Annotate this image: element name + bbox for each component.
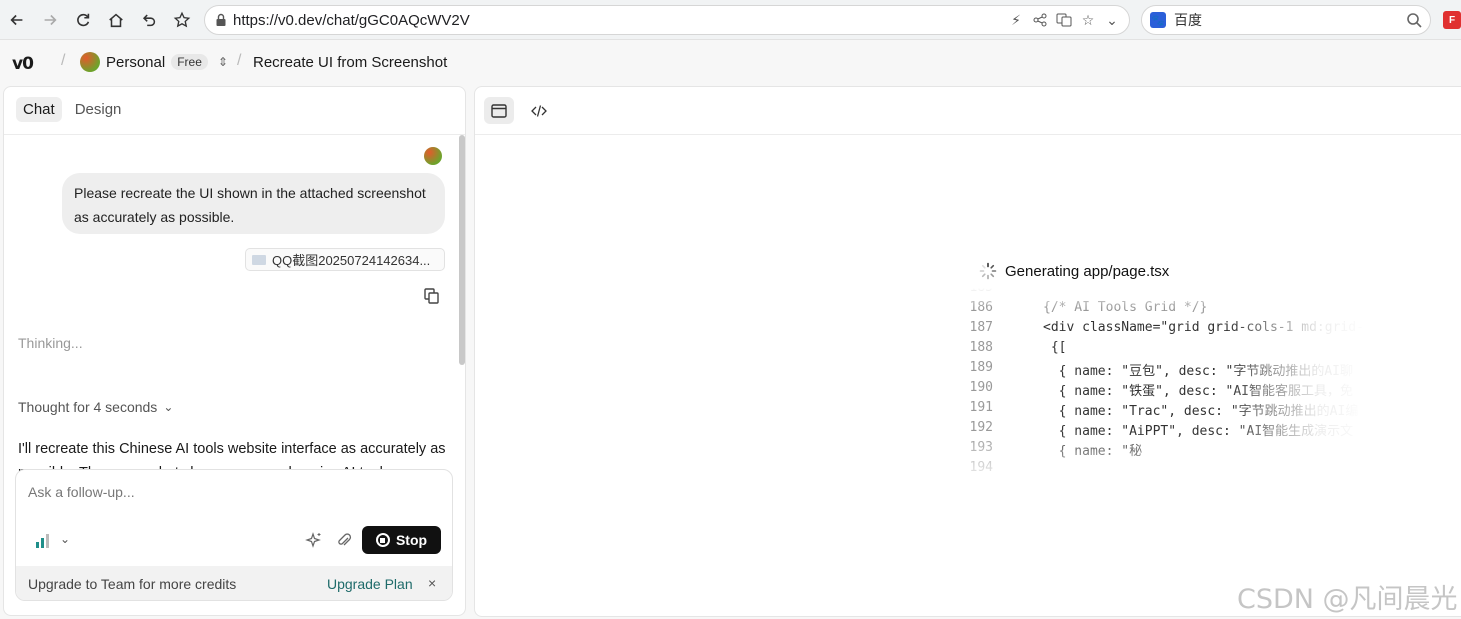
undo-icon[interactable] bbox=[135, 6, 163, 34]
chat-tabs: Chat Design bbox=[16, 97, 128, 122]
v0-logo[interactable]: v0 bbox=[12, 54, 34, 74]
search-icon[interactable] bbox=[1406, 12, 1422, 28]
chat-input-box: ⌄ Stop Upgrade to Team for more credits … bbox=[15, 469, 453, 601]
address-bar[interactable]: https://v0.dev/chat/gGC0AQcWV2V ⚡ ☆ ⌄ bbox=[204, 5, 1130, 35]
code-text: { name: "豆包", desc: "字节跳动推出的AI聊 bbox=[1043, 364, 1354, 379]
reload-icon[interactable] bbox=[69, 6, 97, 34]
copy-icon[interactable] bbox=[423, 287, 441, 305]
favorite-star-icon[interactable]: ☆ bbox=[1079, 10, 1097, 30]
follow-up-input[interactable] bbox=[28, 484, 428, 500]
line-number: 194 bbox=[969, 460, 993, 475]
code-text: { name: "铁蛋", desc: "AI智能客服工具，免 bbox=[1043, 384, 1354, 399]
divider bbox=[4, 134, 465, 135]
preview-window-icon[interactable] bbox=[484, 97, 514, 124]
browser-toolbar: https://v0.dev/chat/gGC0AQcWV2V ⚡ ☆ ⌄ 🐾 … bbox=[0, 0, 1461, 40]
code-line: 189 { name: "豆包", desc: "字节跳动推出的AI聊 bbox=[967, 360, 1367, 380]
code-line: 190 { name: "铁蛋", desc: "AI智能客服工具，免 bbox=[967, 380, 1367, 400]
thinking-status: Thinking... bbox=[18, 335, 83, 351]
user-message: Please recreate the UI shown in the atta… bbox=[62, 173, 445, 234]
breadcrumb-separator: / bbox=[237, 52, 242, 69]
line-number: 190 bbox=[969, 380, 993, 395]
search-box[interactable]: 🐾 百度 bbox=[1141, 5, 1431, 35]
generation-status-label: Generating app/page.tsx bbox=[1005, 262, 1170, 280]
lock-icon bbox=[216, 13, 226, 26]
line-number: 191 bbox=[969, 400, 993, 415]
stop-button[interactable]: Stop bbox=[362, 526, 441, 554]
code-line: 193 { name: "秘 bbox=[967, 440, 1367, 460]
upgrade-banner: Upgrade to Team for more credits Upgrade… bbox=[16, 566, 452, 600]
code-text: { name: "秘 bbox=[1043, 444, 1143, 459]
upgrade-text: Upgrade to Team for more credits bbox=[28, 576, 237, 592]
lightning-icon[interactable]: ⚡ bbox=[1007, 10, 1025, 30]
line-number: 186 bbox=[969, 300, 993, 315]
attachment-name: QQ截图20250724142634... bbox=[272, 253, 431, 268]
line-number: 192 bbox=[969, 420, 993, 435]
home-icon[interactable] bbox=[102, 6, 130, 34]
generation-status: Generating app/page.tsx bbox=[979, 262, 1169, 280]
extension-icon[interactable]: F bbox=[1443, 11, 1461, 29]
bookmark-star-icon[interactable] bbox=[168, 6, 196, 34]
plan-badge: Free bbox=[171, 54, 208, 70]
stop-icon bbox=[375, 533, 390, 547]
image-thumbnail-icon bbox=[252, 254, 266, 265]
line-number: 187 bbox=[969, 320, 993, 335]
code-line: 185 bbox=[967, 288, 1367, 300]
forward-icon[interactable] bbox=[36, 6, 64, 34]
close-icon[interactable]: × bbox=[428, 575, 436, 591]
code-line: 187 <div className="grid grid-cols-1 md:g… bbox=[967, 320, 1367, 340]
code-text: {[ bbox=[1043, 340, 1067, 355]
sparkles-icon[interactable] bbox=[305, 531, 323, 549]
upgrade-plan-link[interactable]: Upgrade Plan bbox=[327, 576, 413, 592]
line-number: 188 bbox=[969, 340, 993, 355]
preview-panel: Generating app/page.tsx 185 186 {/* AI Too… bbox=[474, 86, 1461, 617]
share-icon[interactable] bbox=[1031, 10, 1049, 30]
chevron-down-icon[interactable]: ⌄ bbox=[1103, 10, 1121, 30]
model-bars-icon[interactable] bbox=[36, 534, 49, 548]
code-line: 192 { name: "AiPPT", desc: "AI智能生成演示文 bbox=[967, 420, 1367, 440]
line-number: 189 bbox=[969, 360, 993, 375]
line-number: 185 bbox=[967, 288, 993, 295]
translate-icon[interactable] bbox=[1055, 10, 1073, 30]
avatar bbox=[80, 52, 100, 72]
chevron-down-icon: ⌄ bbox=[163, 400, 174, 414]
code-text: <div className="grid grid-cols-1 md:grid… bbox=[1043, 320, 1364, 335]
attachment-chip[interactable]: QQ截图20250724142634... bbox=[245, 248, 445, 271]
code-line: 186 {/* AI Tools Grid */} bbox=[967, 300, 1367, 320]
chat-scrollbar[interactable] bbox=[459, 135, 465, 365]
page-title[interactable]: Recreate UI from Screenshot bbox=[253, 54, 447, 71]
code-text: { name: "Trac", desc: "字节跳动推出的AI编 bbox=[1043, 404, 1359, 419]
code-line: 191 { name: "Trac", desc: "字节跳动推出的AI编 bbox=[967, 400, 1367, 420]
chevron-down-icon[interactable]: ⌄ bbox=[60, 532, 70, 546]
team-name: Personal bbox=[106, 53, 166, 71]
app-header: v0 / Personal Free ⇕ / Recreate UI from … bbox=[0, 40, 1461, 85]
code-line: 188 {[ bbox=[967, 340, 1367, 360]
thought-toggle[interactable]: Thought for 4 seconds ⌄ bbox=[18, 399, 173, 415]
stop-label: Stop bbox=[395, 532, 428, 548]
url-text: https://v0.dev/chat/gGC0AQcWV2V bbox=[233, 11, 470, 29]
address-bar-actions: ⚡ ☆ ⌄ bbox=[1007, 10, 1121, 30]
back-icon[interactable] bbox=[3, 6, 31, 34]
chevron-up-down-icon[interactable]: ⇕ bbox=[218, 55, 228, 69]
code-preview: 185 186 {/* AI Tools Grid */} 187 <div class… bbox=[967, 288, 1367, 488]
code-icon[interactable] bbox=[524, 97, 554, 124]
chat-panel: Chat Design Please recreate the UI shown… bbox=[3, 86, 466, 616]
thought-label: Thought for 4 seconds bbox=[18, 399, 158, 415]
baidu-paw-icon: 🐾 bbox=[1150, 12, 1166, 28]
user-avatar bbox=[424, 147, 442, 165]
browser-nav-buttons bbox=[0, 6, 196, 34]
line-number: 193 bbox=[969, 440, 993, 455]
loading-spinner-icon bbox=[979, 262, 997, 280]
team-switcher[interactable]: Personal Free ⇕ bbox=[80, 52, 228, 72]
preview-toolbar bbox=[475, 87, 1461, 135]
watermark: CSDN @凡间晨光 bbox=[1237, 584, 1458, 615]
code-text: {/* AI Tools Grid */} bbox=[1043, 300, 1208, 315]
search-placeholder: 百度 bbox=[1174, 12, 1202, 28]
breadcrumb-separator: / bbox=[61, 52, 66, 69]
tab-design[interactable]: Design bbox=[68, 97, 129, 122]
paperclip-icon[interactable] bbox=[335, 531, 353, 549]
code-line: 194 bbox=[967, 460, 1367, 480]
tab-chat[interactable]: Chat bbox=[16, 97, 62, 122]
code-text: { name: "AiPPT", desc: "AI智能生成演示文 bbox=[1043, 424, 1354, 439]
